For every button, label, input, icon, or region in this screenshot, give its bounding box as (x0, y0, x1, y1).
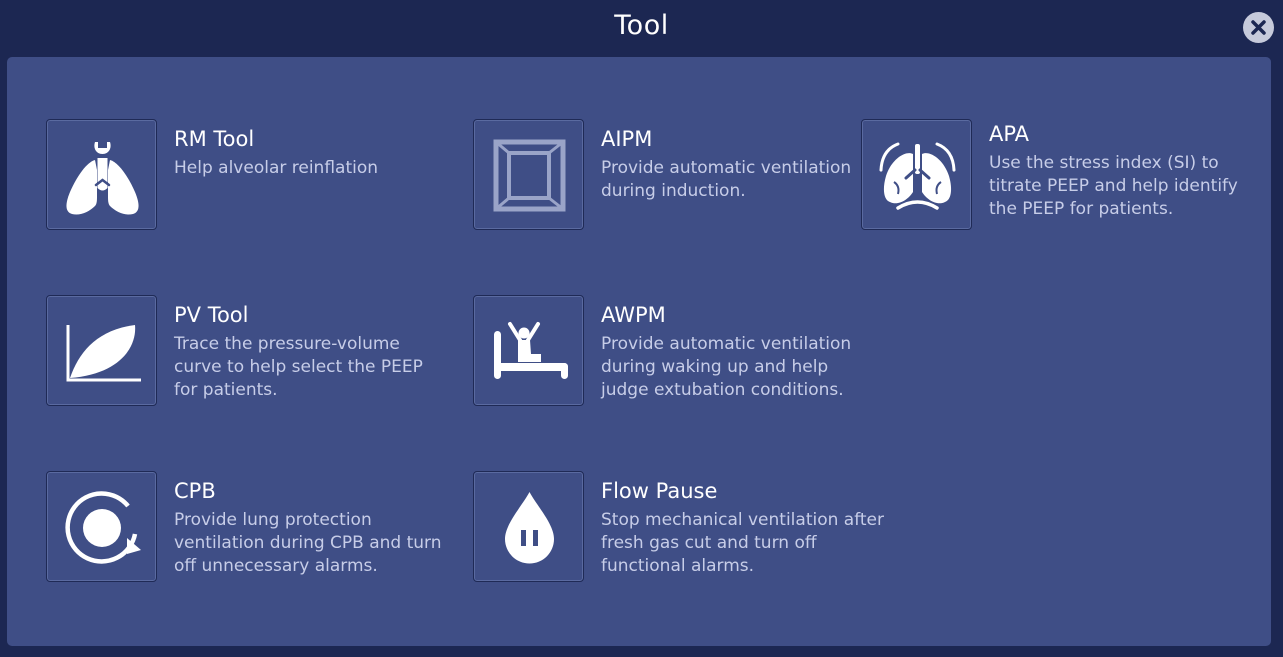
tool-icon-box (46, 119, 157, 230)
title-bar: Tool (0, 0, 1283, 56)
tool-name: Flow Pause (601, 479, 718, 503)
drop-pause-icon (505, 492, 554, 564)
tool-name: RM Tool (174, 127, 255, 151)
tool-description: Use the stress index (SI) to titrate PEE… (989, 153, 1238, 219)
tool-name: CPB (174, 479, 216, 503)
close-button[interactable] (1243, 12, 1274, 43)
tool-pv-tool[interactable]: PV Tool Trace the pressure-volume curve … (46, 295, 446, 408)
tools-panel: RM Tool Help alveolar reinflation AIPM P… (7, 57, 1271, 646)
pv-curve-icon (66, 325, 141, 382)
tool-description: Help alveolar reinflation (174, 158, 379, 178)
tool-rm-tool[interactable]: RM Tool Help alveolar reinflation (46, 119, 446, 232)
patient-waking-icon (494, 322, 568, 379)
tool-name: PV Tool (174, 303, 249, 327)
tool-description: Trace the pressure-volume curve to help … (174, 334, 423, 400)
lungs-apa-icon (879, 142, 956, 210)
circular-bypass-icon (65, 491, 141, 564)
tool-description: Provide automatic ventilation during wak… (601, 334, 852, 400)
close-icon (1251, 20, 1266, 35)
tool-aipm[interactable]: AIPM Provide automatic ventilation durin… (473, 119, 873, 232)
tool-icon-box (861, 119, 972, 230)
tool-cpb[interactable]: CPB Provide lung protection ventilation … (46, 471, 446, 584)
tool-icon-box (473, 295, 584, 406)
tool-icon-box (473, 119, 584, 230)
tool-awpm[interactable]: AWPM Provide automatic ventilation durin… (473, 295, 873, 408)
tool-icon-box (46, 295, 157, 406)
tool-icon-box (46, 471, 157, 582)
tool-name: AWPM (601, 303, 666, 327)
tool-description: Provide automatic ventilation during ind… (601, 158, 852, 201)
window-title: Tool (614, 10, 669, 41)
tool-name: AIPM (601, 127, 653, 151)
tool-apa[interactable]: APA Use the stress index (SI) to titrate… (861, 119, 1261, 232)
tool-flow-pause[interactable]: Flow Pause Stop mechanical ventilation a… (473, 471, 893, 584)
tool-icon-box (473, 471, 584, 582)
tool-name: APA (989, 122, 1030, 146)
tool-description: Provide lung protection ventilation duri… (174, 510, 442, 576)
square-frame-icon (493, 139, 566, 212)
tool-description: Stop mechanical ventilation after fresh … (601, 510, 885, 576)
lungs-wrench-icon (66, 142, 139, 215)
